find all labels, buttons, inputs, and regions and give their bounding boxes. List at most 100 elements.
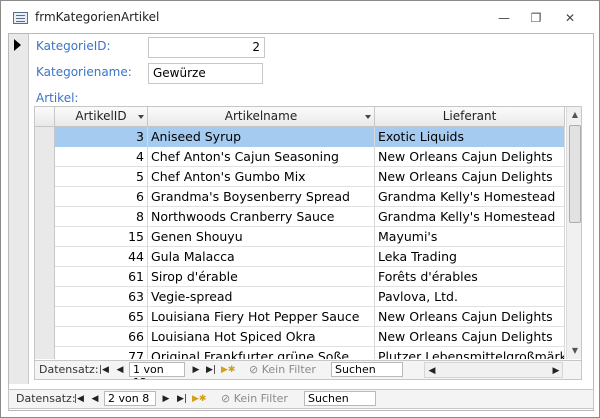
row-selector[interactable] — [35, 167, 55, 187]
row-selector[interactable] — [35, 267, 55, 287]
artikelid-cell[interactable]: 4 — [55, 147, 148, 167]
table-row[interactable]: 63 Vegie-spread Pavlova, Ltd. — [35, 287, 565, 307]
filter-status[interactable]: ⊘ Kein Filter — [221, 390, 288, 408]
artikelid-cell[interactable]: 66 — [55, 327, 148, 347]
filter-label: Kein Filter — [261, 363, 316, 376]
table-row[interactable]: 3 Aniseed Syrup Exotic Liquids — [35, 127, 565, 147]
artikelname-cell[interactable]: Northwoods Cranberry Sauce — [148, 207, 375, 227]
table-row[interactable]: 5 Chef Anton's Gumbo Mix New Orleans Cajun… — [35, 167, 565, 187]
scroll-down-icon[interactable]: ▼ — [568, 343, 581, 359]
lieferant-cell[interactable]: New Orleans Cajun Delights — [375, 167, 565, 187]
vertical-scrollbar[interactable]: ▲ ▼ — [566, 107, 581, 359]
table-row[interactable]: 44 Gula Malacca Leka Trading — [35, 247, 565, 267]
record-position-field[interactable]: 1 von 12 — [129, 362, 185, 379]
artikelid-cell[interactable]: 44 — [55, 247, 148, 267]
filter-dropdown-icon[interactable] — [365, 115, 371, 119]
artikelname-cell[interactable]: Grandma's Boysenberry Spread — [148, 187, 375, 207]
artikelid-cell[interactable]: 65 — [55, 307, 148, 327]
last-record-icon[interactable]: ▶| — [205, 361, 217, 379]
row-selector[interactable] — [35, 327, 55, 347]
last-record-icon[interactable]: ▶| — [176, 390, 188, 408]
first-record-icon[interactable]: |◀ — [73, 390, 85, 408]
artikelid-cell[interactable]: 15 — [55, 227, 148, 247]
table-row[interactable]: 77 Original Frankfurter grüne Soße Plutzer… — [35, 347, 565, 359]
table-row[interactable]: 15 Genen Shouyu Mayumi's — [35, 227, 565, 247]
column-header-lieferant[interactable]: Lieferant — [375, 107, 565, 127]
scroll-left-icon[interactable]: ◀ — [426, 362, 438, 379]
column-header-label: Artikelname — [224, 109, 298, 123]
artikelname-cell[interactable]: Chef Anton's Gumbo Mix — [148, 167, 375, 187]
scroll-up-icon[interactable]: ▲ — [568, 107, 581, 123]
close-button[interactable]: ✕ — [557, 9, 583, 27]
lieferant-cell[interactable]: New Orleans Cajun Delights — [375, 307, 565, 327]
artikelname-cell[interactable]: Genen Shouyu — [148, 227, 375, 247]
row-selector[interactable] — [35, 147, 55, 167]
new-record-icon[interactable]: ▶✱ — [221, 361, 235, 379]
form-window: frmKategorienArtikel — ❐ ✕ KategorieID: … — [0, 0, 600, 418]
restore-button[interactable]: ❐ — [523, 9, 549, 27]
record-position-field[interactable]: 2 von 8 — [104, 391, 156, 406]
next-record-icon[interactable]: ▶ — [190, 361, 202, 379]
row-selector[interactable] — [35, 207, 55, 227]
row-selector[interactable] — [35, 307, 55, 327]
column-header-artikelname[interactable]: Artikelname — [148, 107, 375, 127]
artikelid-cell[interactable]: 5 — [55, 167, 148, 187]
artikelid-cell[interactable]: 61 — [55, 267, 148, 287]
row-selector[interactable] — [35, 347, 55, 359]
horizontal-scrollbar[interactable]: ◀ ▶ — [424, 362, 563, 378]
datasheet-header: ArtikelID Artikelname Lieferant — [35, 107, 565, 127]
row-selector[interactable] — [35, 187, 55, 207]
previous-record-icon[interactable]: ◀ — [89, 390, 101, 408]
row-selector[interactable] — [35, 127, 55, 147]
artikelname-cell[interactable]: Aniseed Syrup — [148, 127, 375, 147]
artikelname-cell[interactable]: Vegie-spread — [148, 287, 375, 307]
column-header-artikelid[interactable]: ArtikelID — [55, 107, 148, 127]
lieferant-cell[interactable]: New Orleans Cajun Delights — [375, 327, 565, 347]
artikelid-cell[interactable]: 77 — [55, 347, 148, 359]
artikelid-cell[interactable]: 63 — [55, 287, 148, 307]
lieferant-cell[interactable]: Mayumi's — [375, 227, 565, 247]
artikelname-cell[interactable]: Chef Anton's Cajun Seasoning — [148, 147, 375, 167]
row-selector[interactable] — [35, 287, 55, 307]
artikelname-cell[interactable]: Louisiana Hot Spiced Okra — [148, 327, 375, 347]
artikelname-cell[interactable]: Original Frankfurter grüne Soße — [148, 347, 375, 359]
new-record-icon[interactable]: ▶✱ — [192, 390, 206, 408]
kategoriename-field[interactable]: Gewürze — [148, 63, 263, 84]
table-row[interactable]: 66 Louisiana Hot Spiced Okra New Orleans C… — [35, 327, 565, 347]
kategorie-id-field[interactable]: 2 — [148, 37, 265, 58]
table-row[interactable]: 6 Grandma's Boysenberry Spread Grandma Kel… — [35, 187, 565, 207]
scroll-thumb[interactable] — [569, 125, 581, 223]
lieferant-cell[interactable]: Pavlova, Ltd. — [375, 287, 565, 307]
artikelname-cell[interactable]: Gula Malacca — [148, 247, 375, 267]
record-selector[interactable] — [9, 34, 29, 384]
artikelid-cell[interactable]: 3 — [55, 127, 148, 147]
lieferant-cell[interactable]: Forêts d'érables — [375, 267, 565, 287]
previous-record-icon[interactable]: ◀ — [114, 361, 126, 379]
table-row[interactable]: 4 Chef Anton's Cajun Seasoning New Orleans… — [35, 147, 565, 167]
lieferant-cell[interactable]: Leka Trading — [375, 247, 565, 267]
lieferant-cell[interactable]: Grandma Kelly's Homestead — [375, 207, 565, 227]
scroll-right-icon[interactable]: ▶ — [550, 362, 562, 379]
row-selector[interactable] — [35, 227, 55, 247]
record-label: Datensatz: — [39, 363, 99, 376]
artikelid-cell[interactable]: 8 — [55, 207, 148, 227]
table-row[interactable]: 65 Louisiana Fiery Hot Pepper Sauce New Or… — [35, 307, 565, 327]
search-field[interactable]: Suchen — [331, 362, 403, 377]
artikelid-cell[interactable]: 6 — [55, 187, 148, 207]
artikelname-cell[interactable]: Louisiana Fiery Hot Pepper Sauce — [148, 307, 375, 327]
minimize-button[interactable]: — — [491, 9, 517, 27]
select-all-corner[interactable] — [35, 107, 55, 127]
filter-status[interactable]: ⊘ Kein Filter — [249, 361, 316, 379]
lieferant-cell[interactable]: Grandma Kelly's Homestead — [375, 187, 565, 207]
artikelname-cell[interactable]: Sirop d'érable — [148, 267, 375, 287]
lieferant-cell[interactable]: New Orleans Cajun Delights — [375, 147, 565, 167]
table-row[interactable]: 8 Northwoods Cranberry Sauce Grandma Kelly… — [35, 207, 565, 227]
next-record-icon[interactable]: ▶ — [160, 390, 172, 408]
first-record-icon[interactable]: |◀ — [98, 361, 110, 379]
lieferant-cell[interactable]: Exotic Liquids — [375, 127, 565, 147]
filter-dropdown-icon[interactable] — [138, 115, 144, 119]
row-selector[interactable] — [35, 247, 55, 267]
table-row[interactable]: 61 Sirop d'érable Forêts d'érables — [35, 267, 565, 287]
lieferant-cell[interactable]: Plutzer Lebensmittelgroßmärkte — [375, 347, 565, 359]
search-field[interactable]: Suchen — [304, 391, 376, 406]
